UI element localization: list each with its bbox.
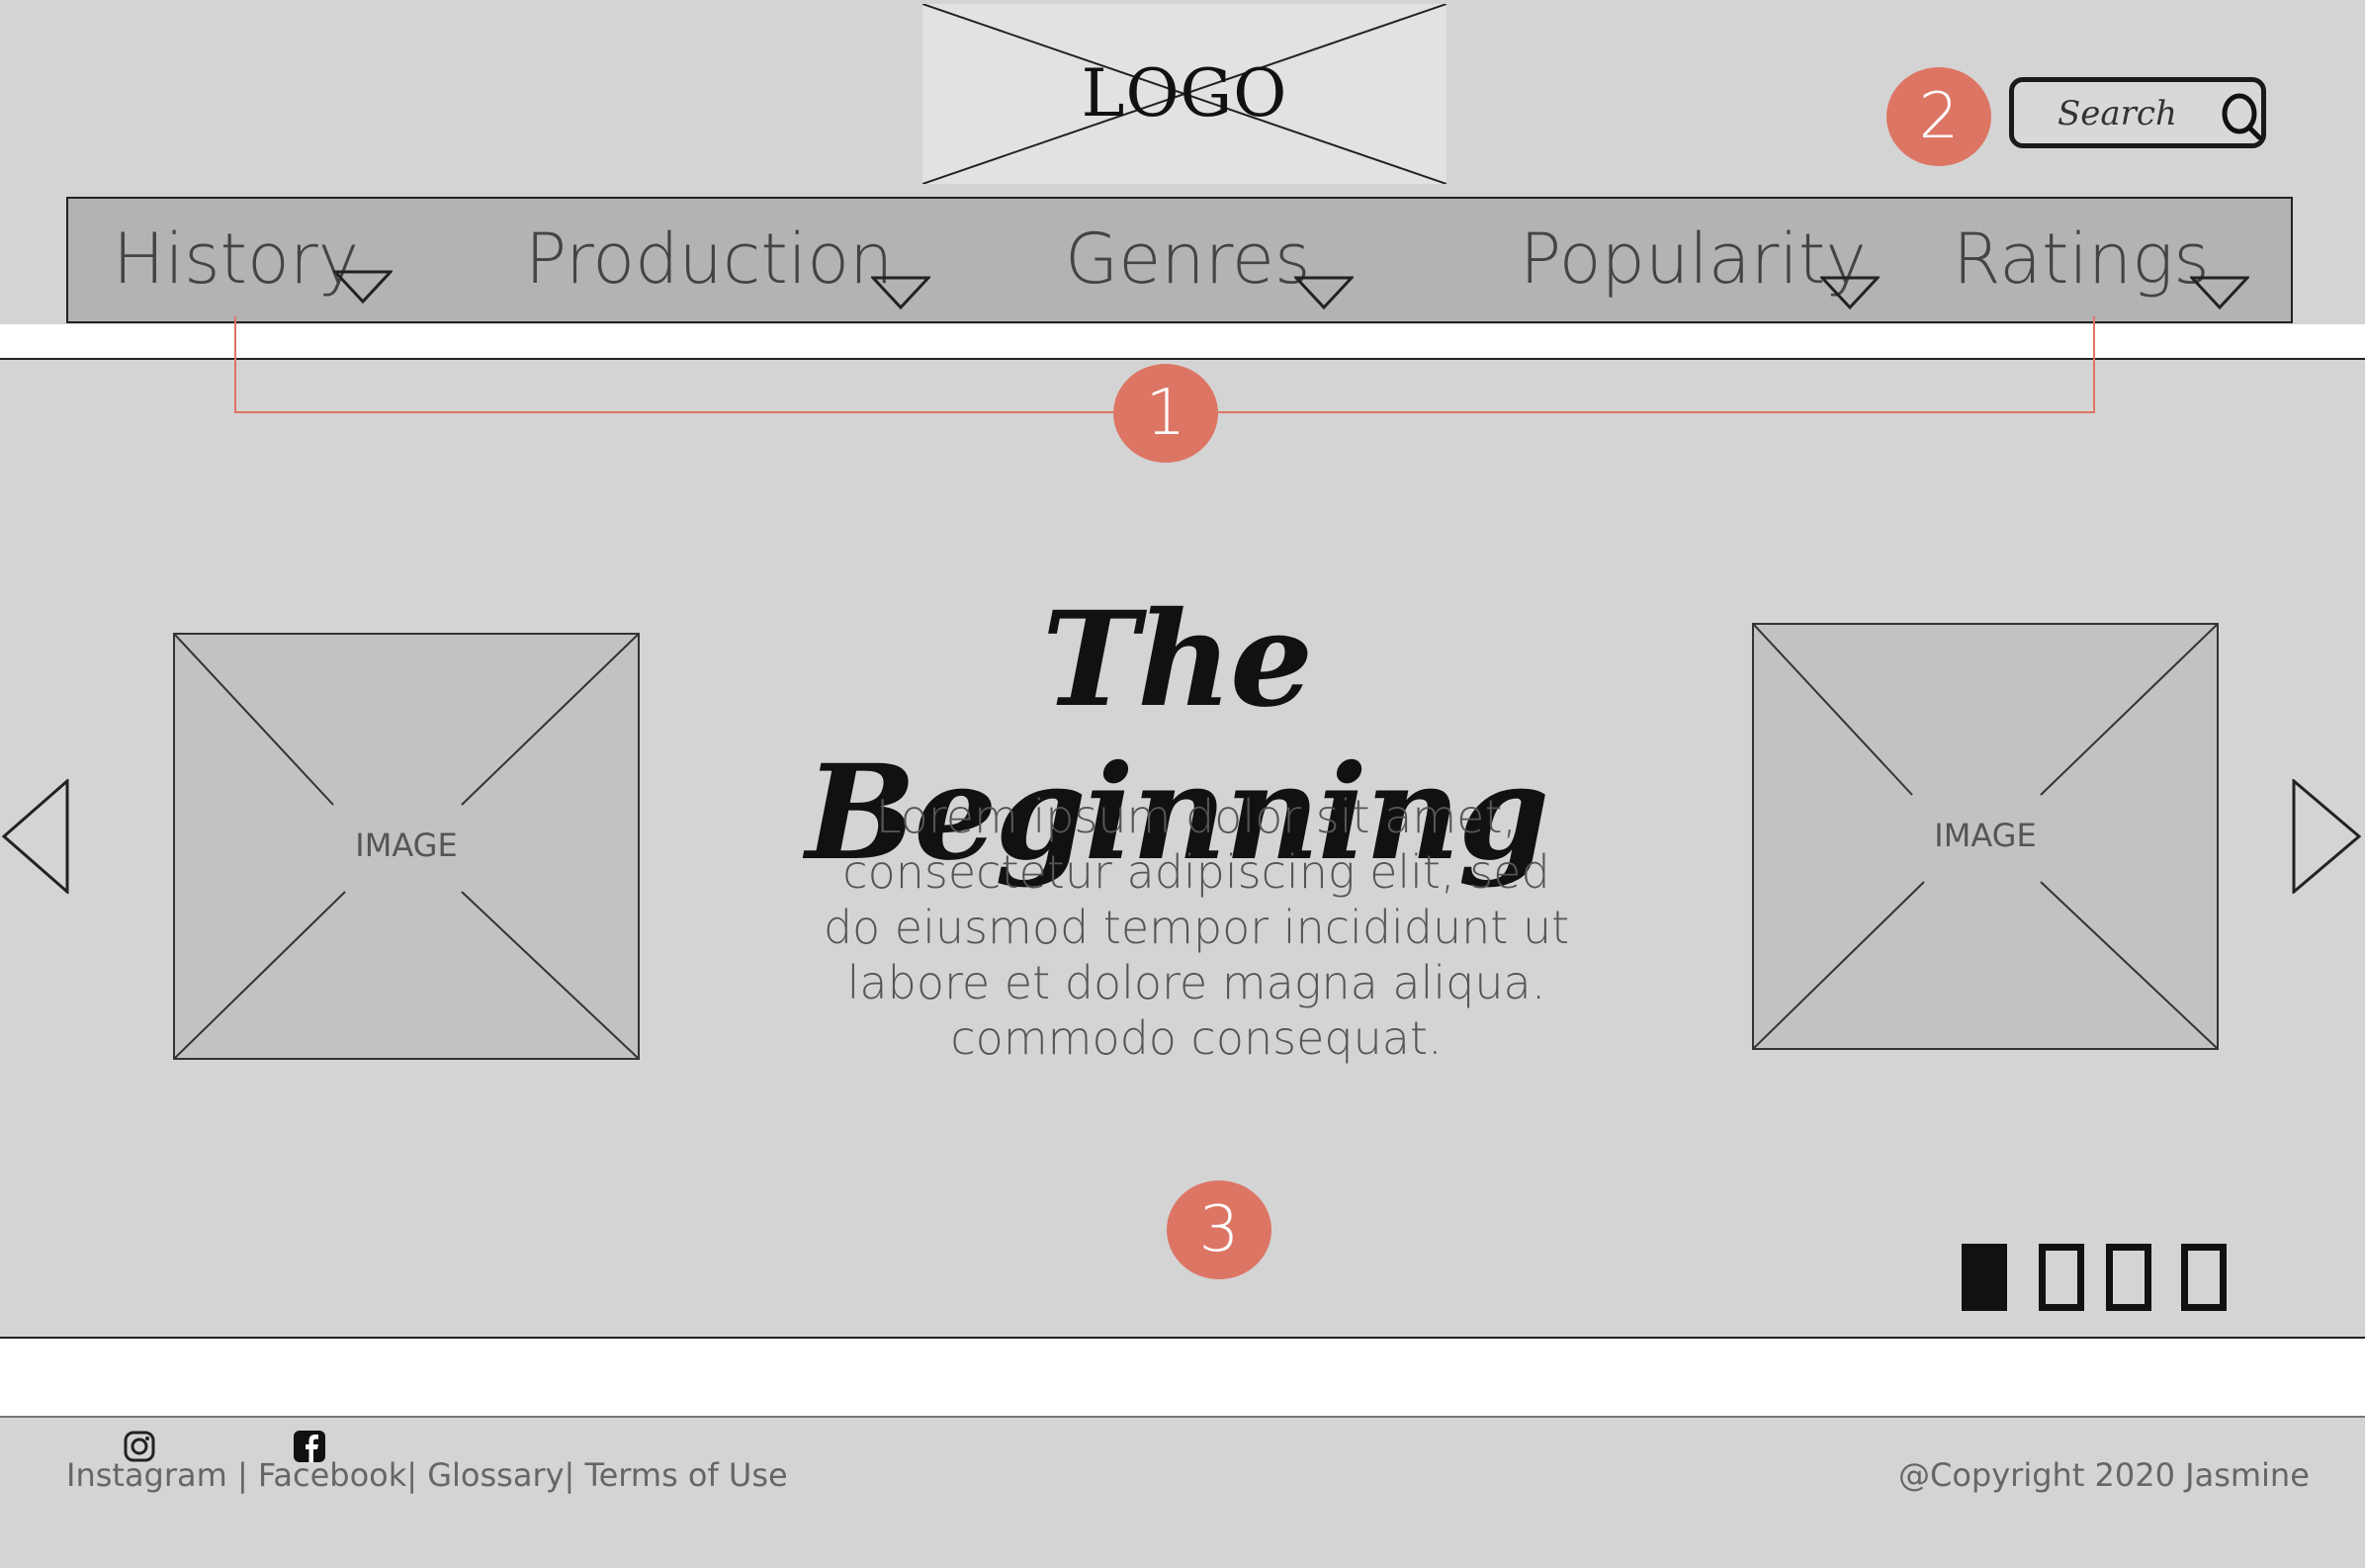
carousel-prev-arrow-icon[interactable] — [0, 779, 71, 894]
footer-link-glossary[interactable]: Glossary — [427, 1456, 564, 1494]
chevron-down-icon[interactable] — [333, 270, 393, 304]
chevron-down-icon[interactable] — [871, 276, 930, 309]
nav-item-label: Popularity — [1520, 218, 1867, 300]
logo-text: LOGO — [1081, 55, 1288, 131]
nav-item-history[interactable]: History — [113, 218, 359, 300]
main-nav: History Production Genres Popularity Rat… — [66, 197, 2293, 323]
carousel-indicator-3[interactable] — [2106, 1244, 2151, 1311]
annotation-marker-1: 1 — [1113, 364, 1218, 463]
chevron-down-icon[interactable] — [2190, 276, 2249, 309]
hero-body-text: Lorem ipsum dolor sit amet, consectetur … — [823, 790, 1570, 1065]
carousel-indicator-1[interactable] — [1962, 1244, 2007, 1311]
chevron-down-icon[interactable] — [1820, 276, 1880, 309]
carousel-indicator-4[interactable] — [2181, 1244, 2227, 1311]
image-label: IMAGE — [1934, 817, 2037, 854]
right-image-placeholder: IMAGE — [1752, 623, 2219, 1050]
footer-link-terms-of-use[interactable]: Terms of Use — [585, 1456, 788, 1494]
search-placeholder: Search — [2058, 94, 2177, 133]
nav-item-production[interactable]: Production — [525, 218, 893, 300]
annotation-marker-2: 2 — [1886, 67, 1991, 166]
footer-links: Instagram | Facebook| Glossary| Terms of… — [66, 1456, 788, 1494]
footer-link-facebook[interactable]: Facebook — [258, 1456, 406, 1494]
footer-separator: | — [406, 1456, 428, 1494]
nav-item-label: Genres — [1065, 218, 1311, 300]
annotation-marker-3: 3 — [1167, 1180, 1271, 1279]
nav-item-label: Ratings — [1953, 218, 2210, 300]
logo-placeholder[interactable]: LOGO — [922, 4, 1446, 184]
search-icon[interactable] — [2220, 92, 2263, 141]
nav-item-popularity[interactable]: Popularity — [1520, 218, 1867, 300]
nav-item-label: History — [113, 218, 360, 300]
chevron-down-icon[interactable] — [1294, 276, 1354, 309]
carousel-next-arrow-icon[interactable] — [2290, 779, 2365, 894]
left-image-placeholder: IMAGE — [173, 633, 640, 1060]
nav-item-ratings[interactable]: Ratings — [1953, 218, 2210, 300]
carousel-indicator-2[interactable] — [2039, 1244, 2084, 1311]
footer-link-instagram[interactable]: Instagram — [66, 1456, 227, 1494]
footer-divider — [0, 1337, 2365, 1418]
footer-separator: | — [564, 1456, 585, 1494]
search-input[interactable]: Search — [2009, 77, 2266, 148]
nav-item-label: Production — [525, 218, 894, 300]
copyright-text: @Copyright 2020 Jasmine — [1898, 1456, 2310, 1494]
nav-item-genres[interactable]: Genres — [1065, 218, 1310, 300]
footer-separator: | — [226, 1456, 258, 1494]
image-label: IMAGE — [355, 827, 458, 864]
